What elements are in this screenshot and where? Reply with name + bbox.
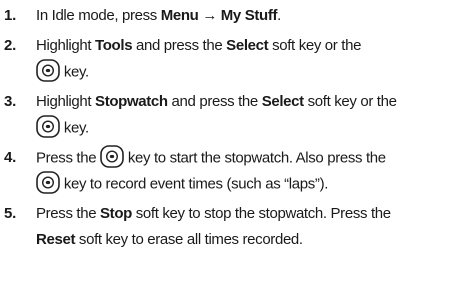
center-select-key-icon xyxy=(100,145,124,168)
center-select-key-icon xyxy=(36,59,60,82)
center-select-key-icon xyxy=(36,171,60,194)
step-5-line-1: Press the Stop soft key to stop the stop… xyxy=(36,205,391,222)
center-select-key-icon xyxy=(36,115,60,138)
step-3-line-1: Highlight Stopwatch and press the Select… xyxy=(36,93,397,110)
step-4-line-1: Press the key to start the stopwatch. Al… xyxy=(36,145,386,168)
step-number: 5. xyxy=(4,205,17,222)
step-2-line-2: key. xyxy=(36,59,89,82)
step-2-line-1: Highlight Tools and press the Select sof… xyxy=(36,37,362,54)
step-1-line-1: In Idle mode, press Menu → My Stuff. xyxy=(36,7,281,24)
step-number: 4. xyxy=(4,149,17,166)
step-number: 1. xyxy=(4,7,17,24)
step-5-line-2: Reset soft key to erase all times record… xyxy=(36,231,303,248)
step-3-line-2: key. xyxy=(36,115,89,138)
step-4-line-2: key to record event times (such as “laps… xyxy=(36,171,328,194)
step-number: 3. xyxy=(4,93,17,110)
step-number: 2. xyxy=(4,37,17,54)
